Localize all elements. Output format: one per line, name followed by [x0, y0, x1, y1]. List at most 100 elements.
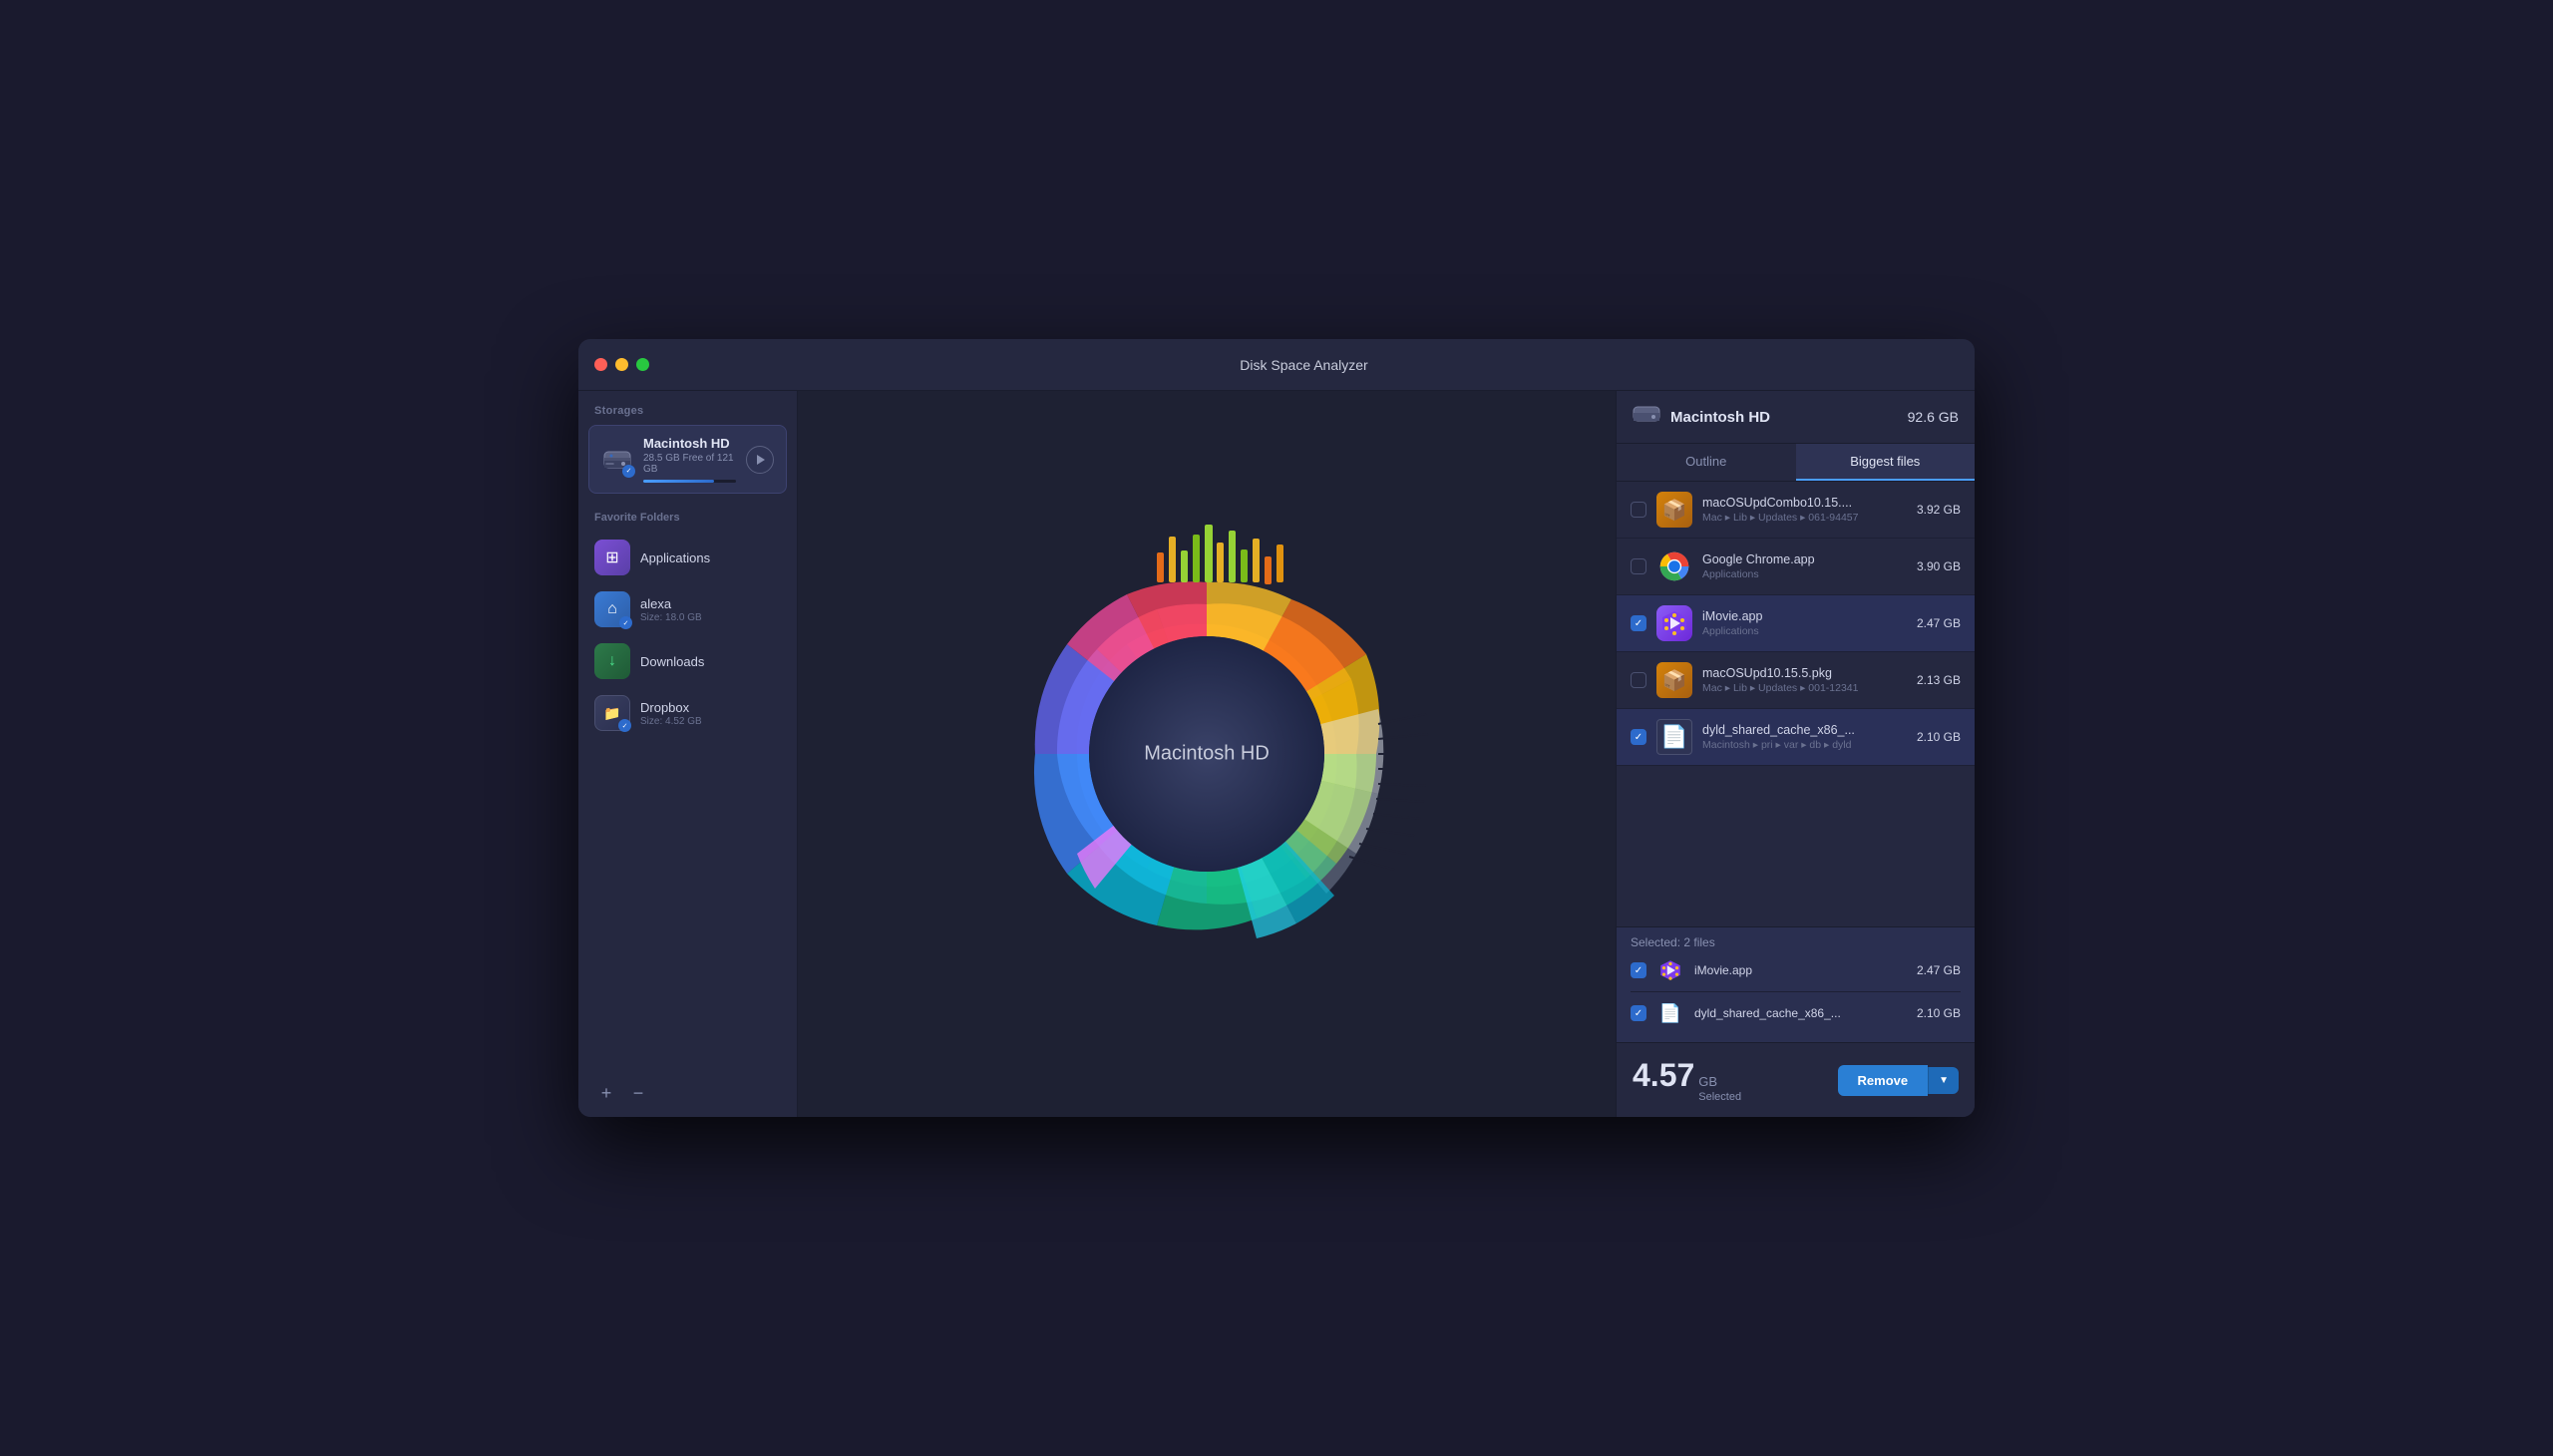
- selected-file-1: iMovie.app 2.47 GB: [1631, 949, 1961, 992]
- alexa-name: alexa: [640, 596, 781, 611]
- storage-info: Macintosh HD 28.5 GB Free of 121 GB: [643, 436, 736, 483]
- remove-button-group: Remove ▼: [1838, 1065, 1959, 1096]
- storage-bar: [643, 480, 736, 483]
- file-checkbox-4[interactable]: [1631, 672, 1646, 688]
- minimize-button[interactable]: [615, 358, 628, 371]
- dropbox-name: Dropbox: [640, 700, 781, 715]
- maximize-button[interactable]: [636, 358, 649, 371]
- sidebar-item-applications[interactable]: ⊞ Applications: [578, 532, 797, 583]
- file-size-5: 2.10 GB: [1917, 730, 1961, 744]
- sidebar: Storages ✓ Macintosh HD 28.5 GB Fre: [578, 391, 798, 1117]
- file-name-1: macOSUpdCombo10.15....: [1702, 496, 1907, 510]
- file-item-5[interactable]: 📄 dyld_shared_cache_x86_... Macintosh ▸ …: [1617, 709, 1975, 766]
- total-unit: GB: [1698, 1074, 1717, 1089]
- selected-file-2: 📄 dyld_shared_cache_x86_... 2.10 GB: [1631, 992, 1961, 1034]
- sidebar-bottom: + −: [578, 1069, 797, 1117]
- sel-name-1: iMovie.app: [1694, 963, 1907, 977]
- right-panel: Macintosh HD 92.6 GB Outline Biggest fil…: [1616, 391, 1975, 1117]
- home-icon: ⌂ ✓: [594, 591, 630, 627]
- applications-info: Applications: [640, 550, 781, 565]
- sidebar-item-dropbox[interactable]: 📁 ✓ Dropbox Size: 4.52 GB: [578, 687, 797, 739]
- alexa-info: alexa Size: 18.0 GB: [640, 596, 781, 623]
- sel-file-icon: 📄: [1656, 999, 1684, 1027]
- panel-header: Macintosh HD 92.6 GB: [1617, 391, 1975, 444]
- favorites-label: Favorite Folders: [578, 494, 797, 532]
- panel-tabs: Outline Biggest files: [1617, 444, 1975, 482]
- app-window: Disk Space Analyzer Storages ✓: [578, 339, 1975, 1117]
- selected-total: 4.57 GB Selected: [1633, 1057, 1741, 1103]
- alexa-size: Size: 18.0 GB: [640, 612, 781, 623]
- tab-outline[interactable]: Outline: [1617, 444, 1796, 481]
- applications-icon: ⊞: [594, 540, 630, 575]
- remove-dropdown-arrow[interactable]: ▼: [1928, 1067, 1959, 1094]
- total-number: 4.57: [1633, 1057, 1694, 1094]
- downloads-icon: ↓: [594, 643, 630, 679]
- file-checkbox-2[interactable]: [1631, 558, 1646, 574]
- dropbox-size: Size: 4.52 GB: [640, 716, 781, 727]
- pkg-icon-2: 📦: [1656, 662, 1692, 698]
- panel-drive-icon: [1633, 403, 1660, 431]
- file-name-2: Google Chrome.app: [1702, 552, 1907, 566]
- file-name-5: dyld_shared_cache_x86_...: [1702, 723, 1907, 737]
- title-bar: Disk Space Analyzer: [578, 339, 1975, 391]
- imovie-icon: [1656, 605, 1692, 641]
- file-info-4: macOSUpd10.15.5.pkg Mac ▸ Lib ▸ Updates …: [1702, 666, 1907, 694]
- hard-drive-icon: ✓: [601, 444, 633, 476]
- chart-svg: [947, 495, 1466, 1013]
- play-button[interactable]: [746, 446, 774, 474]
- storages-label: Storages: [578, 391, 797, 425]
- sel-checkbox-2[interactable]: [1631, 1005, 1646, 1021]
- file-item-2[interactable]: Google Chrome.app Applications 3.90 GB: [1617, 539, 1975, 595]
- file-item-3[interactable]: iMovie.app Applications 2.47 GB: [1617, 595, 1975, 652]
- sidebar-item-alexa[interactable]: ⌂ ✓ alexa Size: 18.0 GB: [578, 583, 797, 635]
- chrome-icon: [1656, 548, 1692, 584]
- dropbox-icon: 📁 ✓: [594, 695, 630, 731]
- total-sub: Selected: [1698, 1091, 1741, 1103]
- file-item-4[interactable]: 📦 macOSUpd10.15.5.pkg Mac ▸ Lib ▸ Update…: [1617, 652, 1975, 709]
- file-path-1: Mac ▸ Lib ▸ Updates ▸ 061-94457: [1702, 512, 1907, 524]
- file-name-4: macOSUpd10.15.5.pkg: [1702, 666, 1907, 680]
- close-button[interactable]: [594, 358, 607, 371]
- tab-biggest-files[interactable]: Biggest files: [1796, 444, 1976, 481]
- add-folder-button[interactable]: +: [594, 1081, 618, 1105]
- sel-imovie-icon: [1656, 956, 1684, 984]
- file-path-2: Applications: [1702, 568, 1907, 580]
- sel-checkbox-1[interactable]: [1631, 962, 1646, 978]
- downloads-name: Downloads: [640, 654, 781, 669]
- file-info-2: Google Chrome.app Applications: [1702, 552, 1907, 580]
- file-info-3: iMovie.app Applications: [1702, 609, 1907, 637]
- file-size-3: 2.47 GB: [1917, 616, 1961, 630]
- downloads-info: Downloads: [640, 654, 781, 669]
- storage-name: Macintosh HD: [643, 436, 736, 451]
- storage-macintosh-hd[interactable]: ✓ Macintosh HD 28.5 GB Free of 121 GB: [588, 425, 787, 494]
- file-icon-5: 📄: [1656, 719, 1692, 755]
- pkg-icon-1: 📦: [1656, 492, 1692, 528]
- app-title: Disk Space Analyzer: [649, 357, 1959, 373]
- file-path-3: Applications: [1702, 625, 1907, 637]
- file-name-3: iMovie.app: [1702, 609, 1907, 623]
- panel-size: 92.6 GB: [1908, 409, 1959, 425]
- chart-area: Macintosh HD: [798, 391, 1616, 1117]
- storage-size-info: 28.5 GB Free of 121 GB: [643, 453, 736, 475]
- file-checkbox-3[interactable]: [1631, 615, 1646, 631]
- sel-name-2: dyld_shared_cache_x86_...: [1694, 1006, 1907, 1020]
- remove-button[interactable]: Remove: [1838, 1065, 1929, 1096]
- file-path-5: Macintosh ▸ pri ▸ var ▸ db ▸ dyld: [1702, 739, 1907, 751]
- traffic-lights: [594, 358, 649, 371]
- panel-title: Macintosh HD: [1670, 409, 1898, 426]
- file-info-5: dyld_shared_cache_x86_... Macintosh ▸ pr…: [1702, 723, 1907, 751]
- sel-size-2: 2.10 GB: [1917, 1006, 1961, 1020]
- applications-name: Applications: [640, 550, 781, 565]
- selected-count-label: Selected: 2 files: [1631, 935, 1961, 949]
- main-content: Storages ✓ Macintosh HD 28.5 GB Fre: [578, 391, 1975, 1117]
- file-path-4: Mac ▸ Lib ▸ Updates ▸ 001-12341: [1702, 682, 1907, 694]
- file-item-1[interactable]: 📦 macOSUpdCombo10.15.... Mac ▸ Lib ▸ Upd…: [1617, 482, 1975, 539]
- file-checkbox-5[interactable]: [1631, 729, 1646, 745]
- file-info-1: macOSUpdCombo10.15.... Mac ▸ Lib ▸ Updat…: [1702, 496, 1907, 524]
- disk-chart: Macintosh HD: [947, 495, 1466, 1013]
- sidebar-item-downloads[interactable]: ↓ Downloads: [578, 635, 797, 687]
- file-list: 📦 macOSUpdCombo10.15.... Mac ▸ Lib ▸ Upd…: [1617, 482, 1975, 926]
- file-size-1: 3.92 GB: [1917, 503, 1961, 517]
- file-checkbox-1[interactable]: [1631, 502, 1646, 518]
- remove-folder-button[interactable]: −: [626, 1081, 650, 1105]
